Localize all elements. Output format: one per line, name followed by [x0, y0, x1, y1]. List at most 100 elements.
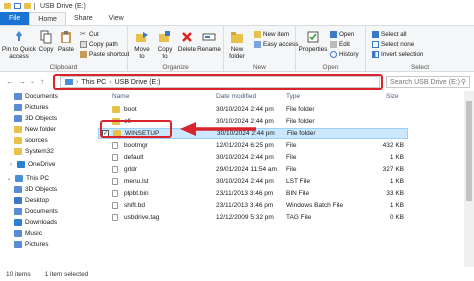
nav-item-label: sources: [25, 137, 48, 144]
file-date: 30/10/2024 2:44 pm: [216, 106, 274, 113]
rename-button[interactable]: Rename: [197, 30, 221, 53]
file-row[interactable]: boot 30/10/2024 2:44 pm File folder: [98, 104, 408, 115]
select-none-button[interactable]: Select none: [372, 41, 414, 48]
nav-item[interactable]: New folder: [14, 124, 56, 135]
collapse-chevron-icon[interactable]: ›: [8, 162, 14, 168]
rename-label: Rename: [197, 46, 221, 53]
file-name: bootmgr: [124, 142, 148, 149]
properties-button[interactable]: Properties: [298, 30, 328, 53]
file-date: 30/10/2024 2:44 pm: [216, 154, 274, 161]
open-icon: [330, 31, 337, 38]
file-row[interactable]: plpbt.bin 23/11/2013 3:46 pm BIN File 33 KB: [98, 188, 408, 199]
nav-item[interactable]: Downloads: [14, 217, 57, 228]
file-name: grldr: [124, 166, 138, 173]
file-date: 12/12/2009 5:32 pm: [216, 214, 274, 221]
new-folder-button[interactable]: New folder: [228, 30, 246, 60]
pin-to-quick-access-button[interactable]: Pin to Quick access: [2, 30, 36, 60]
nav-item[interactable]: Documents: [14, 91, 58, 102]
column-name[interactable]: Name: [112, 93, 129, 100]
nav-item[interactable]: 3D Objects: [14, 184, 57, 195]
invert-selection-button[interactable]: Invert selection: [372, 51, 423, 58]
file-row[interactable]: default 30/10/2024 2:44 pm File 1 KB: [98, 152, 408, 163]
nav-item-icon: [14, 186, 22, 193]
nav-item-label: Downloads: [25, 219, 58, 226]
file-name: default: [124, 154, 144, 161]
delete-button[interactable]: Delete: [178, 30, 196, 53]
nav-item-icon: [14, 241, 22, 248]
tab-home[interactable]: Home: [29, 12, 66, 25]
cut-label: Cut: [89, 31, 99, 38]
file-row[interactable]: grldr 29/01/2024 11:54 am File 327 KB: [98, 164, 408, 175]
tab-view[interactable]: View: [101, 12, 132, 25]
nav-item-icon: [14, 230, 22, 237]
nav-item[interactable]: Documents: [14, 206, 58, 217]
nav-item-icon: [14, 93, 22, 100]
nav-item[interactable]: System32: [14, 146, 54, 157]
file-row[interactable]: menu.lst 30/10/2024 2:44 pm LST File 1 KB: [98, 176, 408, 187]
move-to-button[interactable]: Move to: [132, 30, 152, 60]
organize-group: Move to Copy to Delete Rename Organize: [128, 26, 224, 72]
file-name: usbdrive.tag: [124, 214, 160, 221]
ribbon: Pin to Quick access Copy Paste ✂ Cut Cop…: [0, 25, 474, 72]
copy-button[interactable]: Copy: [38, 30, 54, 53]
red-arrow-icon: [180, 122, 256, 136]
column-type[interactable]: Type: [286, 93, 300, 100]
tab-share[interactable]: Share: [66, 12, 101, 25]
column-size[interactable]: Size: [386, 93, 399, 100]
select-all-button[interactable]: Select all: [372, 31, 407, 38]
recent-locations-chevron-icon[interactable]: ⌄: [30, 78, 35, 85]
item-count: 10 items: [6, 270, 31, 278]
scrollbar-thumb[interactable]: [466, 101, 472, 201]
nav-item[interactable]: ⌄ This PC: [6, 173, 49, 184]
forward-arrow-icon[interactable]: →: [18, 77, 26, 86]
clipboard-group: Pin to Quick access Copy Paste ✂ Cut Cop…: [0, 26, 129, 72]
file-list: Name Date modified Type Size boot 30/10/2…: [98, 91, 474, 267]
nav-item-icon: [14, 219, 22, 226]
nav-item[interactable]: sources: [14, 135, 48, 146]
nav-item-icon: [14, 104, 22, 111]
cut-button[interactable]: ✂ Cut: [80, 31, 99, 38]
paste-shortcut-icon: [80, 51, 87, 58]
new-folder-quick-icon[interactable]: [24, 3, 31, 9]
nav-item[interactable]: Pictures: [14, 239, 48, 250]
nav-item-label: 3D Objects: [25, 115, 58, 122]
address-row: ← → ⌄ ↑ › This PC › USB Drive (E:) Searc…: [0, 73, 474, 90]
file-type: File: [286, 154, 297, 161]
open-button[interactable]: Open: [330, 31, 354, 38]
file-row[interactable]: bootmgr 12/01/2024 6:25 pm File 432 KB: [98, 140, 408, 151]
file-type: File: [286, 166, 297, 173]
column-date-modified[interactable]: Date modified: [216, 93, 256, 100]
search-box[interactable]: Search USB Drive (E:) ⚲: [386, 76, 470, 88]
up-arrow-icon[interactable]: ↑: [40, 77, 44, 86]
nav-item-label: Desktop: [25, 197, 49, 204]
nav-item[interactable]: Pictures: [14, 102, 48, 113]
paste-shortcut-button[interactable]: Paste shortcut: [80, 51, 129, 58]
new-item-button[interactable]: New item: [254, 31, 289, 38]
copy-to-button[interactable]: Copy to: [155, 30, 175, 60]
winsetup-highlight: [100, 120, 172, 138]
history-button[interactable]: History: [330, 51, 359, 58]
nav-item[interactable]: Desktop: [14, 195, 49, 206]
file-type: File folder: [287, 130, 316, 137]
easy-access-button[interactable]: Easy access: [254, 41, 298, 48]
nav-item[interactable]: Music: [14, 228, 42, 239]
properties-quick-icon[interactable]: [14, 3, 21, 9]
expand-chevron-icon[interactable]: ⌄: [6, 175, 12, 182]
file-row[interactable]: shift.bd 23/11/2013 3:46 pm Windows Batch …: [98, 200, 408, 211]
nav-item[interactable]: › OneDrive: [8, 159, 55, 170]
copy-path-button[interactable]: Copy path: [80, 41, 118, 48]
tab-file[interactable]: File: [0, 12, 30, 25]
new-folder-icon: [231, 32, 243, 43]
pin-icon: [16, 31, 22, 41]
copy-label: Copy: [38, 46, 54, 53]
edit-button[interactable]: Edit: [330, 41, 350, 48]
paste-button[interactable]: Paste: [58, 30, 74, 53]
selection-count: 1 item selected: [44, 270, 89, 278]
vertical-scrollbar[interactable]: [464, 91, 474, 267]
nav-item[interactable]: 3D Objects: [14, 113, 57, 124]
ribbon-tabs: File Home Share View: [0, 12, 474, 25]
back-arrow-icon[interactable]: ←: [6, 77, 14, 86]
file-row[interactable]: usbdrive.tag 12/12/2009 5:32 pm TAG File 0 …: [98, 212, 408, 223]
file-size: 1 KB: [389, 178, 404, 185]
copy-icon: [40, 30, 52, 44]
